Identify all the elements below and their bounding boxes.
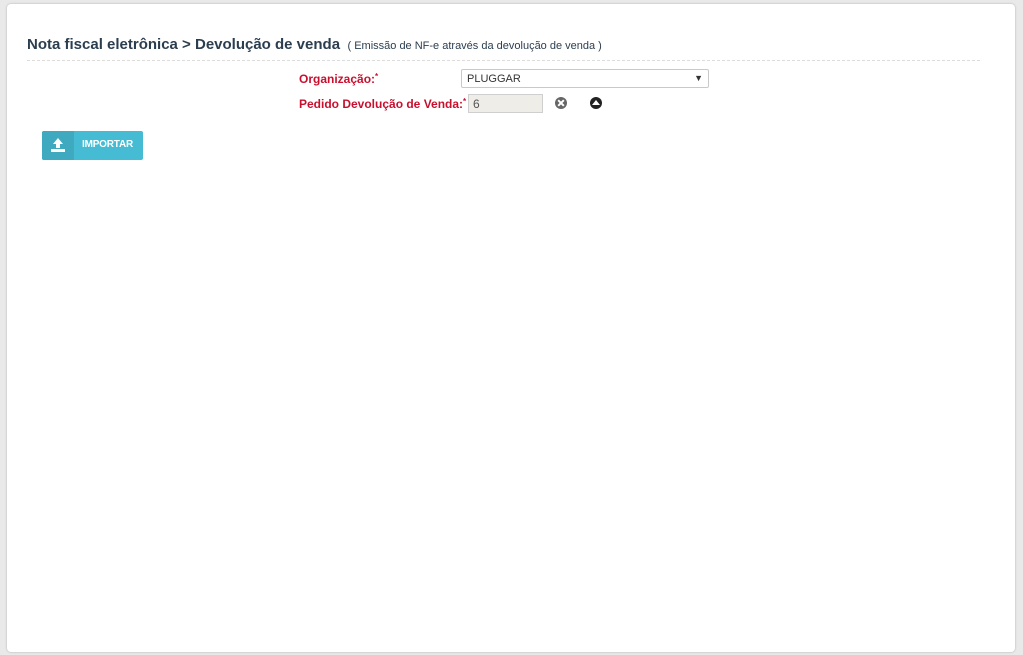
import-button[interactable]: IMPORTAR <box>42 131 143 160</box>
required-mark: * <box>463 97 467 106</box>
page-title: Nota fiscal eletrônica > Devolução de ve… <box>27 36 341 53</box>
pedido-input[interactable]: 6 <box>468 94 543 113</box>
required-mark: * <box>375 72 379 81</box>
pedido-value: 6 <box>473 97 480 111</box>
clear-icon[interactable] <box>555 97 567 109</box>
organizacao-selected-value: PLUGGAR <box>467 73 521 85</box>
main-panel: Nota fiscal eletrônica > Devolução de ve… <box>7 4 1015 652</box>
organizacao-select[interactable]: PLUGGAR ▼ <box>461 69 709 88</box>
upload-icon <box>42 131 74 160</box>
page-subtitle: ( Emissão de NF-e através da devolução d… <box>347 40 602 52</box>
dropdown-arrow-icon: ▼ <box>694 73 703 83</box>
page-header: Nota fiscal eletrônica > Devolução de ve… <box>27 36 980 61</box>
import-button-label: IMPORTAR <box>82 139 133 150</box>
collapse-up-icon[interactable] <box>590 97 602 109</box>
pedido-label: Pedido Devolução de Venda:* <box>299 97 467 111</box>
organizacao-label: Organização:* <box>299 72 379 86</box>
